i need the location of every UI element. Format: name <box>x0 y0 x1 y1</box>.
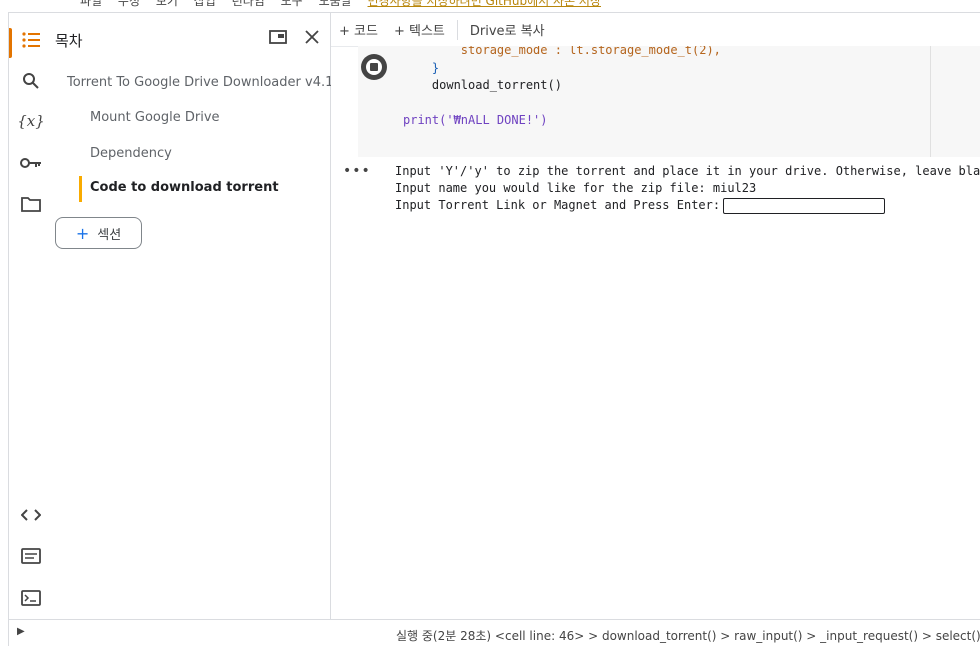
menu-help[interactable]: 도움말 <box>319 0 352 8</box>
left-rail: {x} <box>9 13 53 619</box>
execution-status: 실행 중(2분 28초) <cell line: 46> > download_… <box>396 629 980 643</box>
output-line: Input 'Y'/'y' to zip the torrent and pla… <box>395 164 980 178</box>
menu-view[interactable]: 보기 <box>156 0 178 8</box>
menu-runtime[interactable]: 런타임 <box>232 0 265 8</box>
toc-list-icon[interactable] <box>15 24 47 56</box>
code-cell[interactable]: storage_mode : lt.storage_mode_t(2), } d… <box>358 46 930 157</box>
active-rail-indicator <box>9 28 12 58</box>
cell-gutter-right <box>930 46 980 157</box>
expand-caret-icon[interactable]: ▶ <box>17 626 25 637</box>
variables-icon[interactable]: {x} <box>15 105 47 137</box>
toc-item-mount-drive[interactable]: Mount Google Drive <box>90 110 220 125</box>
toc-item-download-code[interactable]: Code to download torrent <box>90 180 279 195</box>
notebook-main: + 코드 + 텍스트 Drive로 복사 storage_mode : lt.s… <box>331 13 980 619</box>
plus-icon: + <box>75 223 90 243</box>
toc-active-marker <box>79 176 82 202</box>
terminal-icon[interactable] <box>15 582 47 614</box>
table-of-contents-panel: 목차 Torrent To Google Drive Downloader v4… <box>53 13 333 619</box>
terminal-list-icon[interactable] <box>15 540 47 572</box>
toc-title: 목차 <box>55 32 83 50</box>
output-actions-icon[interactable]: ••• <box>343 163 371 179</box>
open-in-tab-icon[interactable] <box>266 25 290 49</box>
menu-edit[interactable]: 수정 <box>118 0 140 8</box>
toc-item-main-title[interactable]: Torrent To Google Drive Downloader v4.1 <box>67 75 333 90</box>
toc-actions <box>266 25 324 49</box>
stop-execution-button[interactable] <box>361 54 387 80</box>
stop-icon <box>366 59 382 75</box>
add-code-button[interactable]: + 코드 <box>331 20 386 39</box>
top-menu-strip: 파일 수정 보기 삽입 런타임 도구 도움말 변경사항을 저장하려면 GitHu… <box>0 0 980 12</box>
code-editor[interactable]: storage_mode : lt.storage_mode_t(2), } d… <box>403 46 721 130</box>
torrent-link-input[interactable] <box>723 197 886 214</box>
close-icon[interactable] <box>300 25 324 49</box>
add-section-button[interactable]: + 섹션 <box>55 217 142 249</box>
code-line: download_torrent() <box>431 78 562 92</box>
code-line: } <box>431 60 440 75</box>
folder-icon[interactable] <box>15 188 47 220</box>
toc-item-dependency[interactable]: Dependency <box>90 146 172 161</box>
search-icon[interactable] <box>15 65 47 97</box>
output-line: Input name you would like for the zip fi… <box>395 181 757 195</box>
code-line: storage_mode : lt.storage_mode_t(2), <box>460 46 721 57</box>
menu-tools[interactable]: 도구 <box>281 0 303 8</box>
key-icon[interactable] <box>15 147 47 179</box>
toolbar-divider <box>456 19 458 40</box>
status-bar: ▶ 실행 중(2분 28초) <cell line: 46> > downloa… <box>9 619 980 648</box>
output-line: Input Torrent Link or Magnet and Press E… <box>395 198 721 212</box>
menu-insert[interactable]: 삽입 <box>194 0 216 8</box>
notebook-toolbar: + 코드 + 텍스트 Drive로 복사 <box>331 13 980 47</box>
code-icon[interactable] <box>15 499 47 531</box>
top-menu: 파일 수정 보기 삽입 런타임 도구 도움말 변경사항을 저장하려면 GitHu… <box>80 0 613 9</box>
copy-to-drive-button[interactable]: Drive로 복사 <box>462 20 553 39</box>
save-copy-github-link[interactable]: 변경사항을 저장하려면 GitHub에서 사본 저장 <box>368 0 601 8</box>
colab-workspace: {x} 목차 Torrent To Google Drive Downloade… <box>8 12 980 648</box>
cell-output: Input 'Y'/'y' to zip the torrent and pla… <box>395 163 980 214</box>
add-text-button[interactable]: + 텍스트 <box>386 20 453 39</box>
menu-file[interactable]: 파일 <box>80 0 102 8</box>
code-line: print('₩nALL DONE!') <box>403 113 548 127</box>
add-section-label: 섹션 <box>97 227 122 243</box>
